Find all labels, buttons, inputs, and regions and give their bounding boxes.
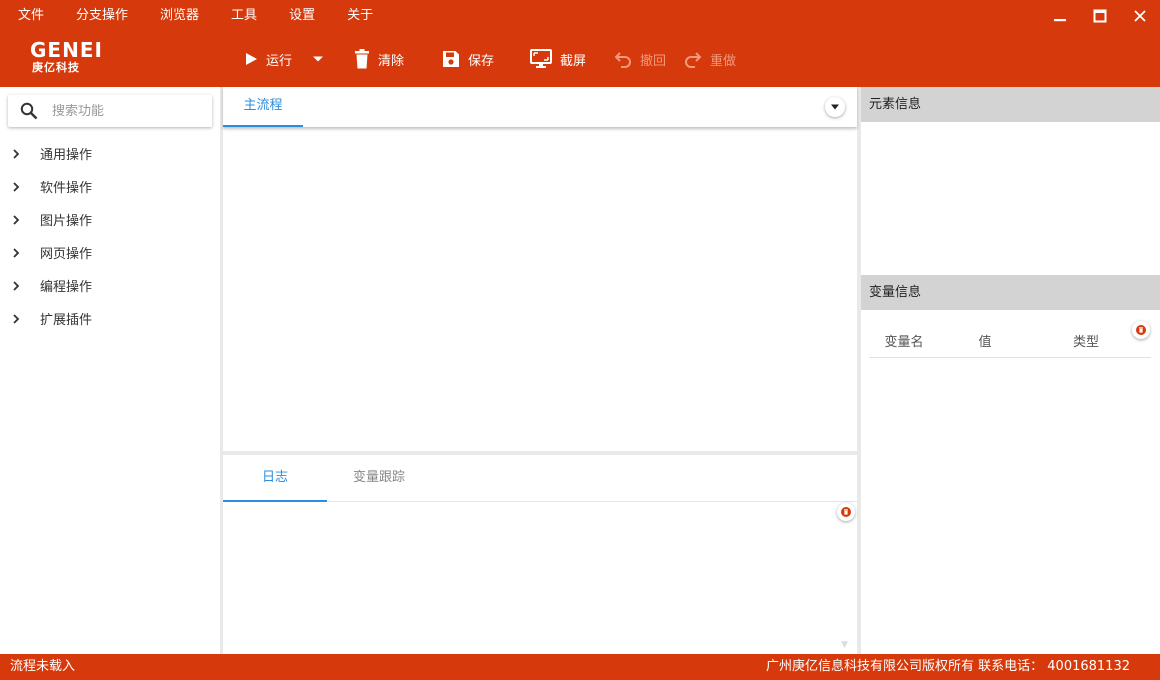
tree-item-software[interactable]: 软件操作: [0, 170, 220, 203]
menu-settings[interactable]: 设置: [273, 0, 331, 31]
save-button[interactable]: 保存: [442, 31, 494, 87]
maximize-button[interactable]: [1080, 0, 1120, 31]
minimize-button[interactable]: [1040, 0, 1080, 31]
undo-button[interactable]: 撤回: [614, 31, 666, 87]
element-info-content: [861, 122, 1160, 275]
log-panel: 日志 变量跟踪 ▼: [223, 455, 857, 654]
monitor-icon: [530, 49, 552, 68]
logo: GENEI 庚亿科技: [30, 39, 110, 79]
tree-item-label: 通用操作: [40, 148, 93, 163]
logo-subtext: 庚亿科技: [32, 61, 80, 74]
flow-tabs: 主流程: [223, 87, 857, 127]
chevron-right-icon: [10, 280, 22, 292]
function-tree: 通用操作 软件操作 图片操作 网页操作 编程操作 扩展插件: [0, 137, 220, 335]
run-button[interactable]: 运行: [244, 31, 292, 87]
chevron-right-icon: [10, 214, 22, 226]
variable-info-header: 变量信息: [861, 275, 1160, 310]
flow-canvas[interactable]: [223, 129, 857, 451]
play-icon: [246, 53, 257, 65]
screenshot-button[interactable]: 截屏: [530, 31, 586, 87]
tree-item-programming[interactable]: 编程操作: [0, 269, 220, 302]
menu-file[interactable]: 文件: [0, 0, 60, 31]
menu-about[interactable]: 关于: [331, 0, 389, 31]
info-panel: 元素信息 变量信息 变量名 值 类型: [861, 87, 1160, 654]
redo-label: 重做: [710, 53, 737, 69]
flow-editor: 主流程: [223, 87, 857, 451]
flow-dropdown-button[interactable]: [825, 97, 845, 117]
column-variable-name: 变量名: [884, 334, 924, 350]
trash-icon: [1136, 325, 1146, 335]
redo-button[interactable]: 重做: [684, 31, 736, 87]
window-controls: [1040, 0, 1160, 31]
search-input[interactable]: [52, 103, 192, 119]
tree-item-general[interactable]: 通用操作: [0, 137, 220, 170]
close-button[interactable]: [1120, 0, 1160, 31]
caret-down-icon: [313, 56, 323, 62]
status-flow: 流程未载入: [10, 659, 76, 674]
tree-item-label: 图片操作: [40, 214, 93, 229]
chevron-right-icon: [10, 148, 22, 160]
chevron-right-icon: [10, 181, 22, 193]
function-panel: 通用操作 软件操作 图片操作 网页操作 编程操作 扩展插件: [0, 87, 220, 654]
scroll-down-icon[interactable]: ▼: [841, 640, 851, 650]
tree-item-label: 编程操作: [40, 280, 93, 295]
clear-label: 清除: [378, 53, 405, 69]
clear-log-button[interactable]: [837, 503, 855, 521]
log-tabs: 日志 变量跟踪: [223, 455, 857, 502]
logo-text: GENEI: [30, 38, 103, 62]
trash-icon: [355, 49, 369, 69]
menu-browser[interactable]: 浏览器: [144, 0, 215, 31]
undo-label: 撤回: [640, 53, 667, 69]
screenshot-label: 截屏: [560, 53, 587, 69]
tab-log[interactable]: 日志: [223, 455, 327, 502]
element-info-header: 元素信息: [861, 87, 1160, 122]
menu-branch[interactable]: 分支操作: [60, 0, 144, 31]
tree-item-image[interactable]: 图片操作: [0, 203, 220, 236]
menu-bar: 文件 分支操作 浏览器 工具 设置 关于: [0, 0, 1160, 31]
run-dropdown-button[interactable]: [312, 31, 332, 87]
maximize-icon: [1093, 9, 1107, 22]
tree-item-label: 扩展插件: [40, 313, 93, 328]
tab-variable-trace[interactable]: 变量跟踪: [327, 455, 431, 502]
chevron-right-icon: [10, 247, 22, 259]
undo-icon: [614, 52, 631, 68]
log-content: [223, 503, 833, 653]
redo-icon: [685, 52, 702, 68]
search-box[interactable]: [8, 95, 212, 127]
chevron-right-icon: [10, 313, 22, 325]
menu-tools[interactable]: 工具: [215, 0, 273, 31]
floppy-icon: [443, 51, 459, 67]
column-type: 类型: [1072, 334, 1099, 350]
toolbar: GENEI 庚亿科技 运行 清除 保存 截屏 撤回 重做: [0, 31, 1160, 87]
variable-table-header: 变量名 值 类型: [869, 323, 1151, 358]
tree-item-web[interactable]: 网页操作: [0, 236, 220, 269]
caret-down-icon: [831, 104, 839, 110]
save-label: 保存: [468, 53, 495, 69]
run-label: 运行: [266, 53, 293, 69]
minimize-icon: [1054, 18, 1066, 21]
tree-item-label: 软件操作: [40, 181, 93, 196]
tree-item-plugins[interactable]: 扩展插件: [0, 302, 220, 335]
status-bar: 流程未载入 广州庚亿信息科技有限公司版权所有 联系电话： 4001681132: [0, 654, 1160, 680]
clear-variables-button[interactable]: [1132, 321, 1150, 339]
trash-icon: [841, 507, 851, 517]
status-copyright: 广州庚亿信息科技有限公司版权所有 联系电话： 4001681132: [766, 659, 1130, 674]
close-icon: [1134, 9, 1146, 22]
column-value: 值: [978, 334, 992, 350]
tab-main-flow[interactable]: 主流程: [223, 87, 303, 127]
clear-button[interactable]: 清除: [354, 31, 404, 87]
search-icon: [20, 102, 38, 120]
tree-item-label: 网页操作: [40, 247, 93, 262]
